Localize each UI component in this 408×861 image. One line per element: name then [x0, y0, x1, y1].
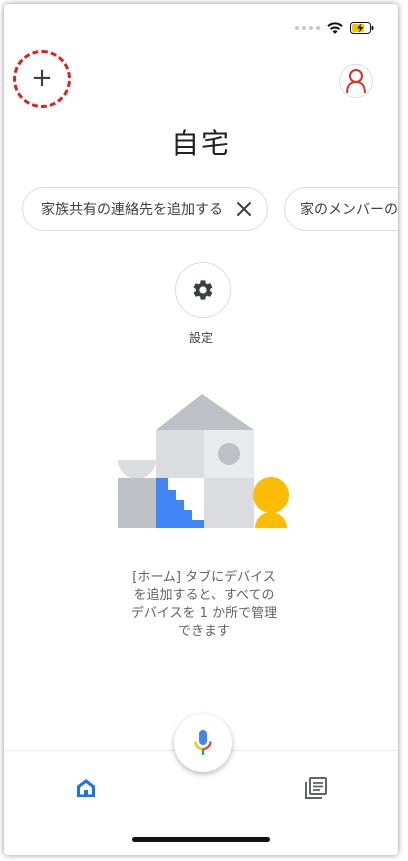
home-indicator: [132, 837, 270, 842]
home-icon[interactable]: [74, 776, 98, 800]
suggestion-chips: 家族共有の連絡先を追加する 家のメンバーの: [22, 187, 398, 231]
chip-label: 家族共有の連絡先を追加する: [41, 202, 223, 218]
microphone-icon: [194, 730, 212, 755]
settings-button[interactable]: [175, 262, 231, 318]
feed-icon[interactable]: [304, 776, 328, 800]
account-icon: [346, 69, 366, 94]
home-illustration: [118, 394, 289, 528]
household-members-chip[interactable]: 家のメンバーの: [284, 187, 398, 231]
chip-label: 家のメンバーの: [300, 202, 398, 218]
page-title: 自宅: [170, 127, 231, 160]
app-screen: + 自宅 家族共有の連絡先を追加する 家のメンバーの 設定 [ホーム] タブにデ…: [4, 4, 398, 855]
empty-state-message: [ホーム] タブにデバイス を追加すると、すべての デバイスを 1 か所で管理 …: [104, 569, 304, 641]
status-bar: [295, 20, 374, 36]
gear-icon: [193, 280, 213, 300]
battery-charging-icon: [350, 22, 374, 34]
settings-label: 設定: [188, 331, 213, 345]
account-avatar-button[interactable]: [339, 64, 373, 98]
close-icon[interactable]: [235, 200, 253, 218]
empty-state-line: できます: [177, 624, 230, 639]
plus-icon: +: [31, 63, 53, 93]
add-family-contact-chip[interactable]: 家族共有の連絡先を追加する: [22, 187, 268, 231]
empty-state-line: を追加すると、すべての: [133, 588, 275, 603]
add-button[interactable]: +: [13, 50, 71, 108]
voice-assistant-button[interactable]: [174, 714, 232, 772]
empty-state-line: デバイスを 1 か所で管理: [130, 606, 278, 621]
cellular-signal-icon: [295, 26, 320, 30]
empty-state-line: [ホーム] タブにデバイス: [132, 570, 276, 585]
wifi-icon: [327, 22, 343, 34]
